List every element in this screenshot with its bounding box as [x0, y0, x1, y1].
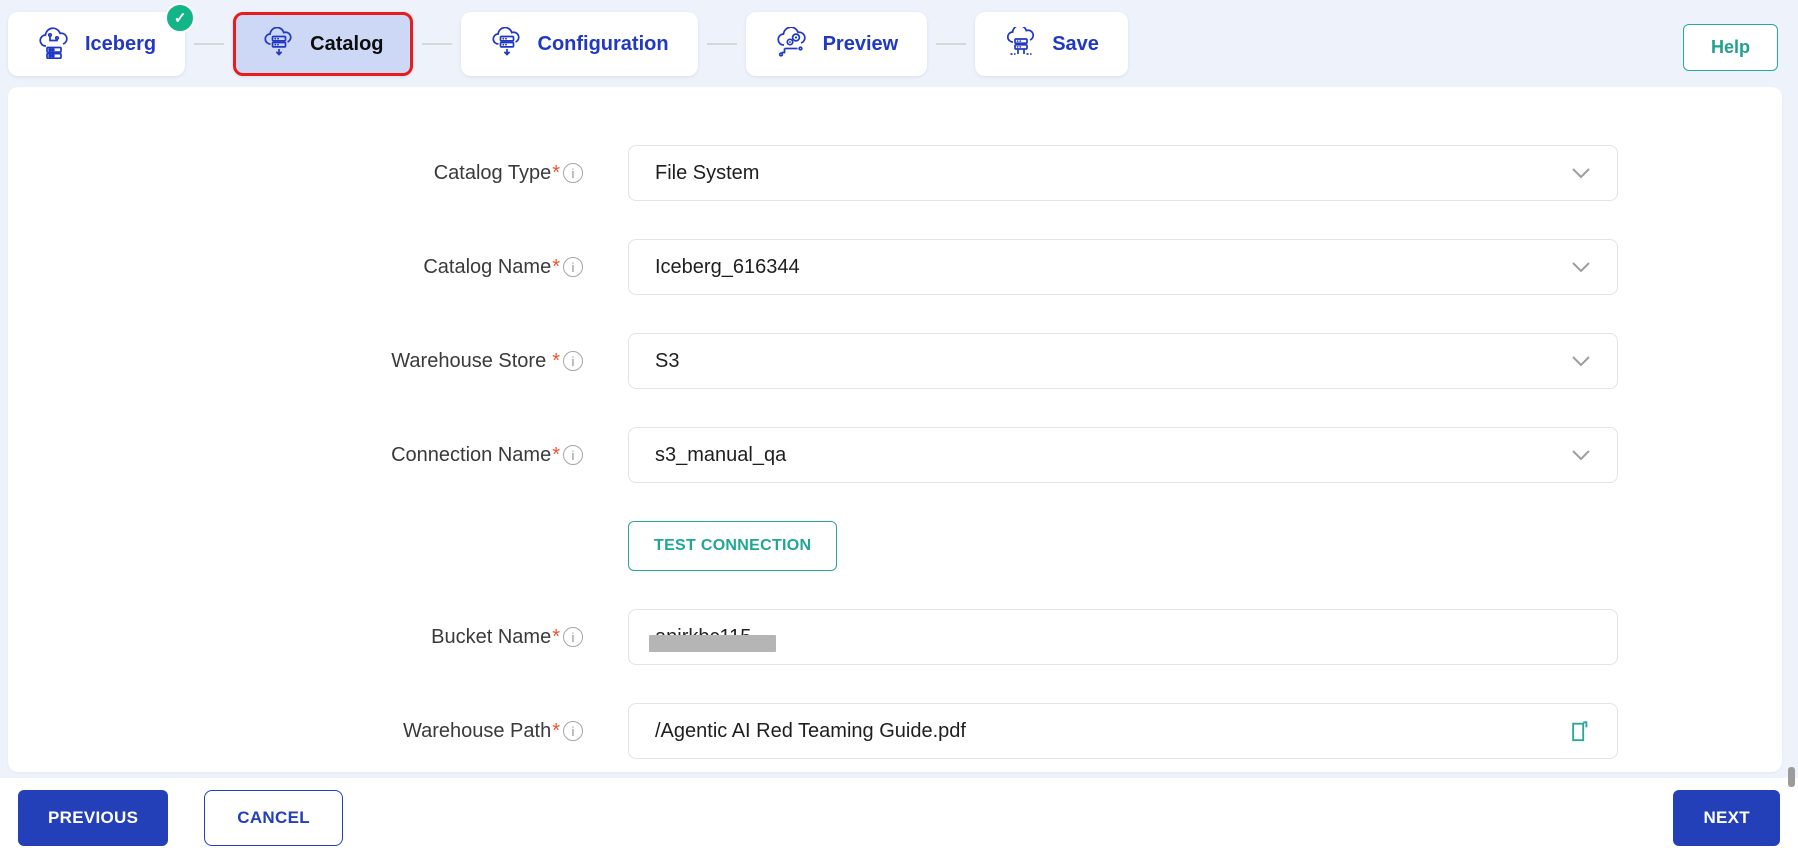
completed-check-icon: ✓: [165, 3, 195, 33]
required-marker: *: [552, 350, 560, 373]
step-label: Configuration: [538, 33, 669, 56]
info-icon[interactable]: i: [563, 445, 583, 465]
step-catalog[interactable]: Catalog: [233, 12, 412, 76]
warehouse-path-label: Warehouse Path*i: [8, 720, 583, 743]
step-connector: [707, 43, 737, 45]
warehouse-store-row: Warehouse Store*i S3: [8, 333, 1782, 389]
required-marker: *: [552, 256, 560, 279]
warehouse-store-select[interactable]: S3: [628, 333, 1618, 389]
cancel-button[interactable]: CANCEL: [204, 790, 343, 846]
bucket-name-input[interactable]: anirkbc115: [628, 609, 1618, 665]
warehouse-store-label: Warehouse Store*i: [8, 350, 583, 373]
step-preview[interactable]: Preview: [746, 12, 928, 76]
info-icon[interactable]: i: [563, 351, 583, 371]
chevron-down-icon: [1571, 355, 1591, 367]
connection-name-label: Connection Name*i: [8, 444, 583, 467]
file-browse-icon[interactable]: [1569, 718, 1591, 744]
info-icon[interactable]: i: [563, 163, 583, 183]
warehouse-store-value: S3: [655, 350, 679, 373]
connection-name-row: Connection Name*i s3_manual_qa: [8, 427, 1782, 483]
step-label: Iceberg: [85, 33, 156, 56]
cloud-download-icon: [262, 27, 296, 61]
step-connector: [422, 43, 452, 45]
catalog-form-card: Catalog Type*i File System Catalog Name*…: [8, 87, 1782, 772]
step-connector: [936, 43, 966, 45]
test-connection-button[interactable]: TEST CONNECTION: [628, 521, 837, 571]
scrollbar-thumb[interactable]: [1788, 767, 1795, 787]
catalog-type-select[interactable]: File System: [628, 145, 1618, 201]
cloud-download-icon: [490, 27, 524, 61]
step-label: Save: [1052, 33, 1099, 56]
catalog-name-select[interactable]: Iceberg_616344: [628, 239, 1618, 295]
info-icon[interactable]: i: [563, 721, 583, 741]
chevron-down-icon: [1571, 449, 1591, 461]
step-connector: [194, 43, 224, 45]
required-marker: *: [552, 444, 560, 467]
chevron-down-icon: [1571, 261, 1591, 273]
catalog-type-label: Catalog Type*i: [8, 162, 583, 185]
step-label: Preview: [823, 33, 899, 56]
wizard-footer: PREVIOUS CANCEL NEXT: [0, 778, 1798, 858]
help-button[interactable]: Help: [1683, 24, 1778, 71]
warehouse-path-value: /Agentic AI Red Teaming Guide.pdf: [655, 720, 966, 743]
cloud-server-icon: [1004, 27, 1038, 61]
test-connection-row: TEST CONNECTION: [628, 521, 1782, 571]
step-label: Catalog: [310, 33, 383, 56]
cloud-circuit-icon: [37, 27, 71, 61]
required-marker: *: [552, 162, 560, 185]
warehouse-path-input[interactable]: /Agentic AI Red Teaming Guide.pdf: [628, 703, 1618, 759]
cloud-gears-icon: [775, 27, 809, 61]
wizard-stepper: ✓ Iceberg Catalog: [0, 0, 1798, 80]
bucket-name-row: Bucket Name*i anirkbc115: [8, 609, 1782, 665]
step-configuration[interactable]: Configuration: [461, 12, 698, 76]
required-marker: *: [552, 626, 560, 649]
step-save[interactable]: Save: [975, 12, 1128, 76]
step-iceberg[interactable]: ✓ Iceberg: [8, 12, 185, 76]
catalog-type-value: File System: [655, 162, 759, 185]
connection-name-select[interactable]: s3_manual_qa: [628, 427, 1618, 483]
catalog-type-row: Catalog Type*i File System: [8, 145, 1782, 201]
catalog-name-label: Catalog Name*i: [8, 256, 583, 279]
chevron-down-icon: [1571, 167, 1591, 179]
required-marker: *: [552, 720, 560, 743]
info-icon[interactable]: i: [563, 627, 583, 647]
previous-button[interactable]: PREVIOUS: [18, 790, 168, 846]
warehouse-path-row: Warehouse Path*i /Agentic AI Red Teaming…: [8, 703, 1782, 759]
redaction-bar: [649, 635, 776, 652]
bucket-name-value-redacted: anirkbc115: [655, 626, 751, 649]
connection-name-value: s3_manual_qa: [655, 444, 786, 467]
bucket-name-label: Bucket Name*i: [8, 626, 583, 649]
next-button[interactable]: NEXT: [1673, 790, 1780, 846]
catalog-name-value: Iceberg_616344: [655, 256, 800, 279]
info-icon[interactable]: i: [563, 257, 583, 277]
catalog-name-row: Catalog Name*i Iceberg_616344: [8, 239, 1782, 295]
